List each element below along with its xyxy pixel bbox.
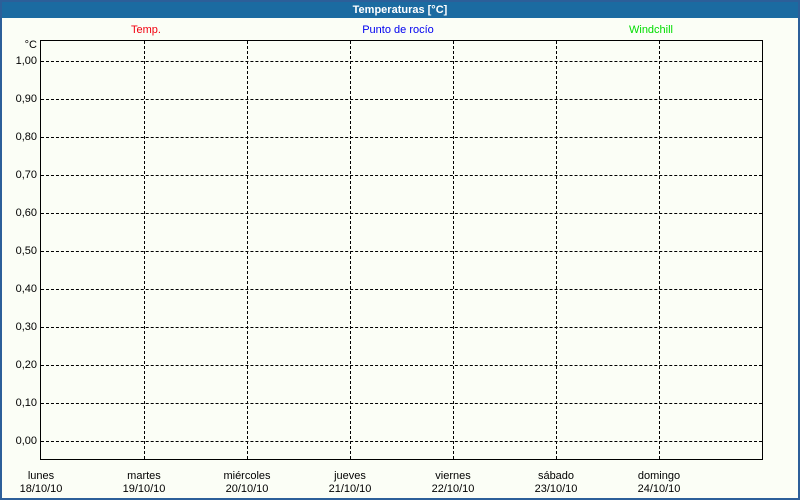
x-tick-label: lunes18/10/10 xyxy=(20,470,63,496)
vertical-gridline xyxy=(144,41,145,459)
legend-item-dew-point: Punto de rocío xyxy=(362,24,434,37)
vertical-gridline xyxy=(247,41,248,459)
y-tick-label: 0,00 xyxy=(0,434,37,448)
x-tick-date: 19/10/10 xyxy=(123,483,166,496)
x-tick-date: 24/10/10 xyxy=(638,483,681,496)
x-tick-day: sábado xyxy=(535,470,578,483)
x-tick-date: 18/10/10 xyxy=(20,483,63,496)
y-tick-label: 0,80 xyxy=(0,130,37,144)
y-tick-label: 0,50 xyxy=(0,244,37,258)
y-tick-label: 0,60 xyxy=(0,206,37,220)
chart-window: Temperaturas [°C] Temp. Punto de rocío W… xyxy=(0,0,800,500)
y-tick-label: 0,70 xyxy=(0,168,37,182)
horizontal-gridline xyxy=(41,289,762,290)
horizontal-gridline xyxy=(41,441,762,442)
horizontal-gridline xyxy=(41,99,762,100)
x-tick-date: 20/10/10 xyxy=(223,483,270,496)
x-tick-day: jueves xyxy=(329,470,372,483)
horizontal-gridline xyxy=(41,327,762,328)
legend-item-temp: Temp. xyxy=(131,24,161,37)
x-tick-day: domingo xyxy=(638,470,681,483)
x-tick-day: miércoles xyxy=(223,470,270,483)
horizontal-gridline xyxy=(41,213,762,214)
chart-title: Temperaturas [°C] xyxy=(2,2,798,18)
x-tick-day: lunes xyxy=(20,470,63,483)
vertical-gridline xyxy=(453,41,454,459)
x-tick-date: 21/10/10 xyxy=(329,483,372,496)
horizontal-gridline xyxy=(41,61,762,62)
horizontal-gridline xyxy=(41,175,762,176)
vertical-gridline xyxy=(659,41,660,459)
x-tick-label: martes19/10/10 xyxy=(123,470,166,496)
x-tick-label: miércoles20/10/10 xyxy=(223,470,270,496)
x-tick-label: sábado23/10/10 xyxy=(535,470,578,496)
x-tick-label: domingo24/10/10 xyxy=(638,470,681,496)
x-tick-day: viernes xyxy=(432,470,475,483)
horizontal-gridline xyxy=(41,251,762,252)
vertical-gridline xyxy=(350,41,351,459)
x-tick-date: 22/10/10 xyxy=(432,483,475,496)
y-tick-label: 0,30 xyxy=(0,320,37,334)
y-tick-label: 1,00 xyxy=(0,54,37,68)
x-tick-label: viernes22/10/10 xyxy=(432,470,475,496)
x-tick-label: jueves21/10/10 xyxy=(329,470,372,496)
horizontal-gridline xyxy=(41,403,762,404)
x-tick-day: martes xyxy=(123,470,166,483)
horizontal-gridline xyxy=(41,365,762,366)
y-tick-label: 0,10 xyxy=(0,396,37,410)
legend-item-windchill: Windchill xyxy=(629,24,673,37)
y-tick-label: 0,20 xyxy=(0,358,37,372)
y-tick-label: 0,40 xyxy=(0,282,37,296)
horizontal-gridline xyxy=(41,137,762,138)
y-axis-unit-label: °C xyxy=(0,38,37,52)
vertical-gridline xyxy=(556,41,557,459)
y-tick-label: 0,90 xyxy=(0,92,37,106)
plot-area: °C 1,000,900,800,700,600,500,400,300,200… xyxy=(40,40,763,460)
x-tick-date: 23/10/10 xyxy=(535,483,578,496)
